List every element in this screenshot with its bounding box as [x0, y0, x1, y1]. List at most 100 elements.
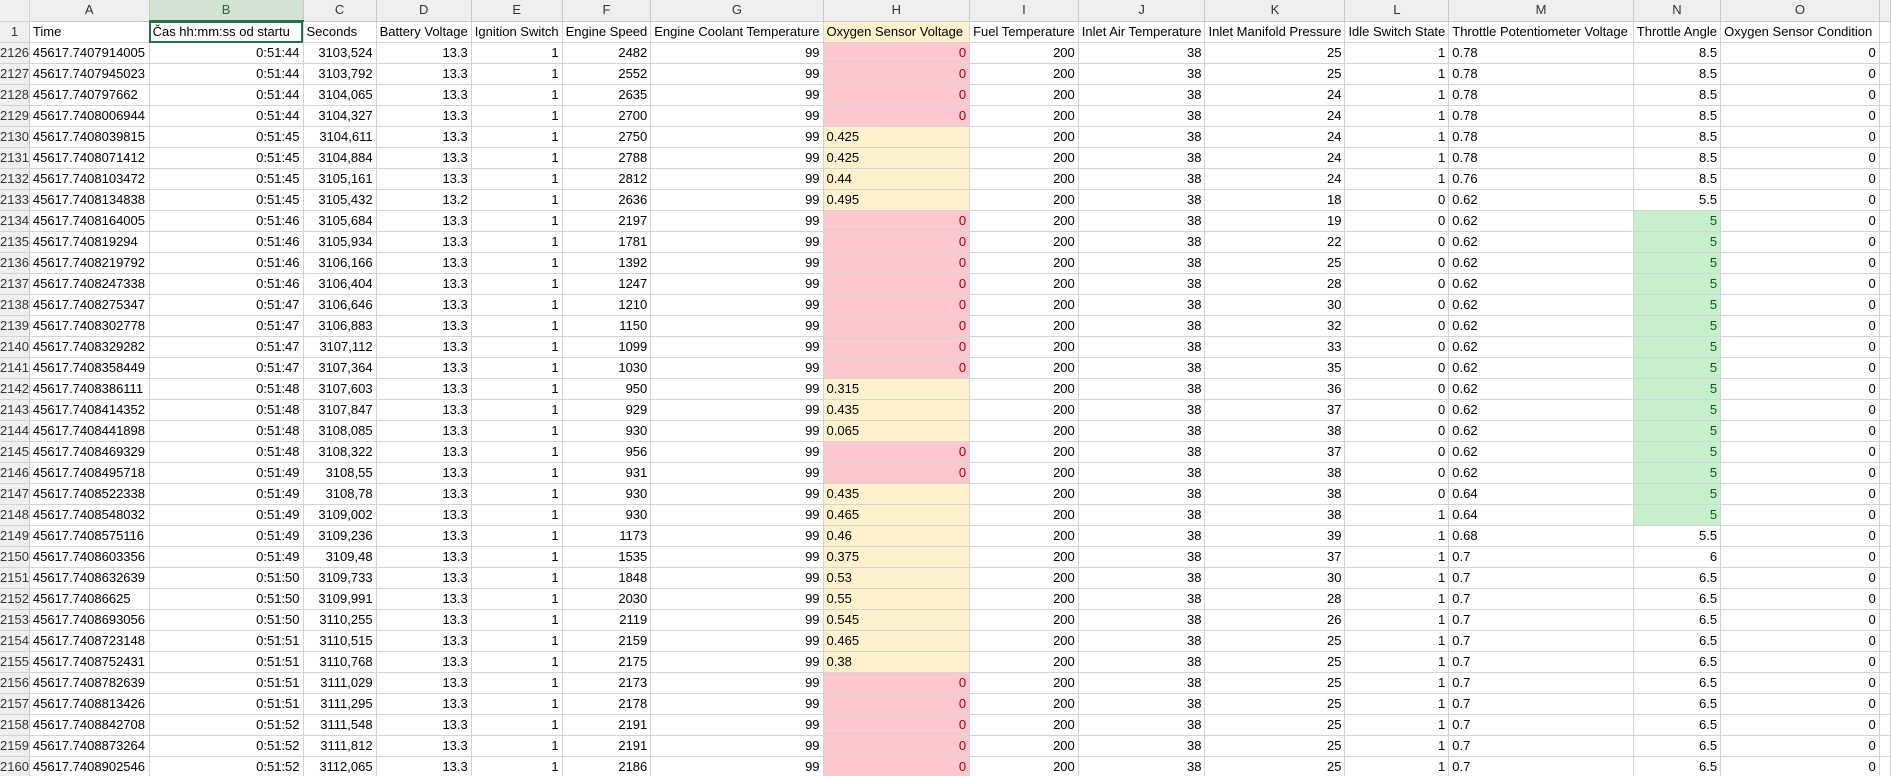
cell[interactable] — [1879, 63, 1891, 85]
cell[interactable]: 0:51:49 — [149, 462, 304, 484]
cell[interactable]: 45617.7408329282 — [29, 336, 150, 358]
cell[interactable]: 200 — [969, 651, 1079, 673]
cell[interactable]: 99 — [650, 672, 824, 694]
cell[interactable] — [1879, 588, 1891, 610]
cell[interactable]: 99 — [650, 609, 824, 631]
cell[interactable]: 13.3 — [376, 483, 472, 505]
cell[interactable]: 0 — [1720, 756, 1880, 776]
cell[interactable] — [1879, 294, 1891, 316]
cell[interactable]: 38 — [1078, 273, 1206, 295]
cell[interactable]: 30 — [1204, 567, 1346, 589]
cell[interactable]: 6.5 — [1633, 693, 1722, 715]
cell[interactable] — [1879, 189, 1891, 211]
cell[interactable]: 99 — [650, 756, 824, 776]
cell[interactable]: 3103,792 — [303, 63, 377, 85]
cell[interactable]: 1 — [471, 336, 563, 358]
cell[interactable]: 200 — [969, 693, 1079, 715]
cell[interactable]: 0 — [1720, 105, 1880, 127]
cell[interactable]: 99 — [650, 357, 824, 379]
cell[interactable]: 2191 — [562, 714, 652, 736]
cell[interactable] — [1879, 399, 1891, 421]
cell[interactable]: 13.3 — [376, 588, 472, 610]
cell[interactable]: 38 — [1078, 126, 1206, 148]
cell[interactable]: 0:51:47 — [149, 315, 304, 337]
cell[interactable]: 1 — [471, 420, 563, 442]
cell[interactable]: 0:51:50 — [149, 567, 304, 589]
cell[interactable]: 13.3 — [376, 756, 472, 776]
cell[interactable]: 3104,065 — [303, 84, 377, 106]
cell[interactable]: 6.5 — [1633, 735, 1722, 757]
cell[interactable] — [1879, 231, 1891, 253]
cell[interactable]: 950 — [562, 378, 652, 400]
cell[interactable]: 200 — [969, 567, 1079, 589]
cell[interactable] — [1879, 525, 1891, 547]
cell[interactable]: 38 — [1078, 42, 1206, 64]
cell[interactable]: 26 — [1204, 609, 1346, 631]
cell[interactable]: 38 — [1078, 735, 1206, 757]
cell[interactable]: 22 — [1204, 231, 1346, 253]
row-number[interactable]: 2141 — [0, 357, 30, 379]
cell[interactable]: 1 — [471, 210, 563, 232]
cell[interactable]: 0:51:44 — [149, 63, 304, 85]
cell[interactable]: 0 — [1344, 189, 1450, 211]
cell[interactable]: 0 — [823, 315, 971, 337]
cell[interactable]: 0.7 — [1448, 567, 1634, 589]
cell[interactable]: 3104,884 — [303, 147, 377, 169]
cell[interactable]: 45617.7408575116 — [29, 525, 150, 547]
cell[interactable]: 1 — [471, 525, 563, 547]
cell[interactable]: 1 — [471, 546, 563, 568]
cell[interactable]: 99 — [650, 147, 824, 169]
cell[interactable]: 3104,611 — [303, 126, 377, 148]
cell[interactable]: 1848 — [562, 567, 652, 589]
cell[interactable]: 13.3 — [376, 420, 472, 442]
cell[interactable]: 200 — [969, 630, 1079, 652]
cell[interactable]: 2119 — [562, 609, 652, 631]
cell[interactable]: 13.3 — [376, 609, 472, 631]
cell[interactable] — [1879, 441, 1891, 463]
row-number[interactable]: 2128 — [0, 84, 30, 106]
cell[interactable]: 3107,847 — [303, 399, 377, 421]
cell[interactable]: 1 — [1344, 714, 1450, 736]
cell[interactable]: 0.64 — [1448, 504, 1634, 526]
row-number[interactable]: 2138 — [0, 294, 30, 316]
cell[interactable] — [1879, 483, 1891, 505]
row-number[interactable]: 2149 — [0, 525, 30, 547]
cell[interactable]: 99 — [650, 441, 824, 463]
cell[interactable]: 0:51:49 — [149, 504, 304, 526]
cell[interactable]: 25 — [1204, 693, 1346, 715]
cell[interactable]: 99 — [650, 588, 824, 610]
cell[interactable]: 5.5 — [1633, 189, 1722, 211]
cell[interactable]: 13.3 — [376, 294, 472, 316]
cell[interactable]: 99 — [650, 231, 824, 253]
cell[interactable]: 0 — [1720, 189, 1880, 211]
cell[interactable]: 3106,883 — [303, 315, 377, 337]
cell[interactable]: 99 — [650, 63, 824, 85]
cell[interactable]: 45617.7408813426 — [29, 693, 150, 715]
cell[interactable]: 13.3 — [376, 567, 472, 589]
cell[interactable]: 0:51:48 — [149, 420, 304, 442]
cell[interactable]: 38 — [1078, 399, 1206, 421]
cell[interactable]: 0.065 — [823, 420, 971, 442]
cell[interactable] — [1879, 252, 1891, 274]
cell[interactable]: 1 — [1344, 735, 1450, 757]
cell[interactable]: 0.64 — [1448, 483, 1634, 505]
cell[interactable]: 38 — [1078, 504, 1206, 526]
cell[interactable]: 0.7 — [1448, 546, 1634, 568]
cell[interactable]: 200 — [969, 483, 1079, 505]
cell[interactable]: 3109,991 — [303, 588, 377, 610]
cell[interactable]: 13.3 — [376, 336, 472, 358]
cell[interactable]: 1 — [471, 168, 563, 190]
cell[interactable]: 1 — [471, 252, 563, 274]
cell[interactable]: 0:51:51 — [149, 651, 304, 673]
cell[interactable]: 99 — [650, 735, 824, 757]
cell[interactable]: 0.46 — [823, 525, 971, 547]
cell[interactable]: 1 — [1344, 630, 1450, 652]
cell[interactable]: 0 — [1720, 147, 1880, 169]
cell[interactable]: 0 — [1720, 588, 1880, 610]
cell[interactable]: 5 — [1633, 504, 1722, 526]
cell[interactable]: 956 — [562, 441, 652, 463]
cell[interactable]: 0 — [1720, 672, 1880, 694]
cell[interactable]: 0 — [1344, 378, 1450, 400]
cell[interactable] — [1879, 378, 1891, 400]
cell[interactable]: 200 — [969, 378, 1079, 400]
